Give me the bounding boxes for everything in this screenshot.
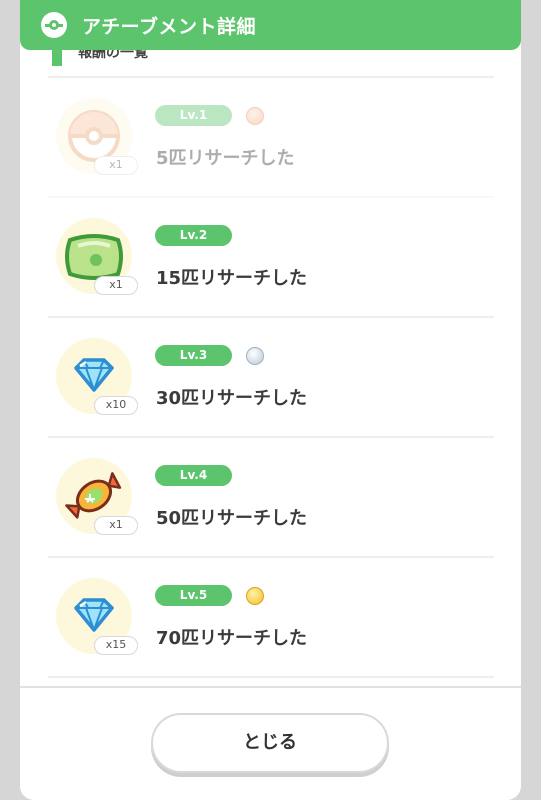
achievement-description: 30匹リサーチした bbox=[156, 388, 308, 409]
footer-divider bbox=[20, 686, 521, 688]
reward-quantity: x1 bbox=[94, 516, 138, 535]
achievement-description: 15匹リサーチした bbox=[156, 268, 308, 289]
reward-list[interactable]: x1 Lv.1 5匹リサーチした x1 Lv.2 15匹リサーチした x10 L… bbox=[48, 78, 494, 678]
level-badge: Lv.3 bbox=[155, 345, 232, 366]
dialog-title: アチーブメント詳細 bbox=[82, 16, 256, 38]
close-button[interactable]: とじる bbox=[151, 713, 389, 773]
level-badge: Lv.1 bbox=[155, 105, 232, 126]
gold-medal-icon bbox=[246, 587, 264, 605]
pokeball-icon bbox=[41, 12, 67, 38]
reward-row-lv4: x1 Lv.4 50匹リサーチした bbox=[48, 438, 494, 558]
level-badge: Lv.2 bbox=[155, 225, 232, 246]
reward-row-lv3: x10 Lv.3 30匹リサーチした bbox=[48, 318, 494, 438]
reward-row-lv1: x1 Lv.1 5匹リサーチした bbox=[48, 78, 494, 198]
reward-row-lv5: x15 Lv.5 70匹リサーチした bbox=[48, 558, 494, 678]
achievement-description: 50匹リサーチした bbox=[156, 508, 308, 529]
achievement-description: 5匹リサーチした bbox=[156, 148, 295, 169]
bronze-medal-icon bbox=[246, 107, 264, 125]
reward-quantity: x1 bbox=[94, 156, 138, 175]
reward-quantity: x1 bbox=[94, 276, 138, 295]
reward-quantity: x10 bbox=[94, 396, 138, 415]
dialog-header: アチーブメント詳細 bbox=[20, 0, 521, 50]
achievement-description: 70匹リサーチした bbox=[156, 628, 308, 649]
silver-medal-icon bbox=[246, 347, 264, 365]
level-badge: Lv.4 bbox=[155, 465, 232, 486]
reward-row-lv2: x1 Lv.2 15匹リサーチした bbox=[48, 198, 494, 318]
level-badge: Lv.5 bbox=[155, 585, 232, 606]
reward-quantity: x15 bbox=[94, 636, 138, 655]
